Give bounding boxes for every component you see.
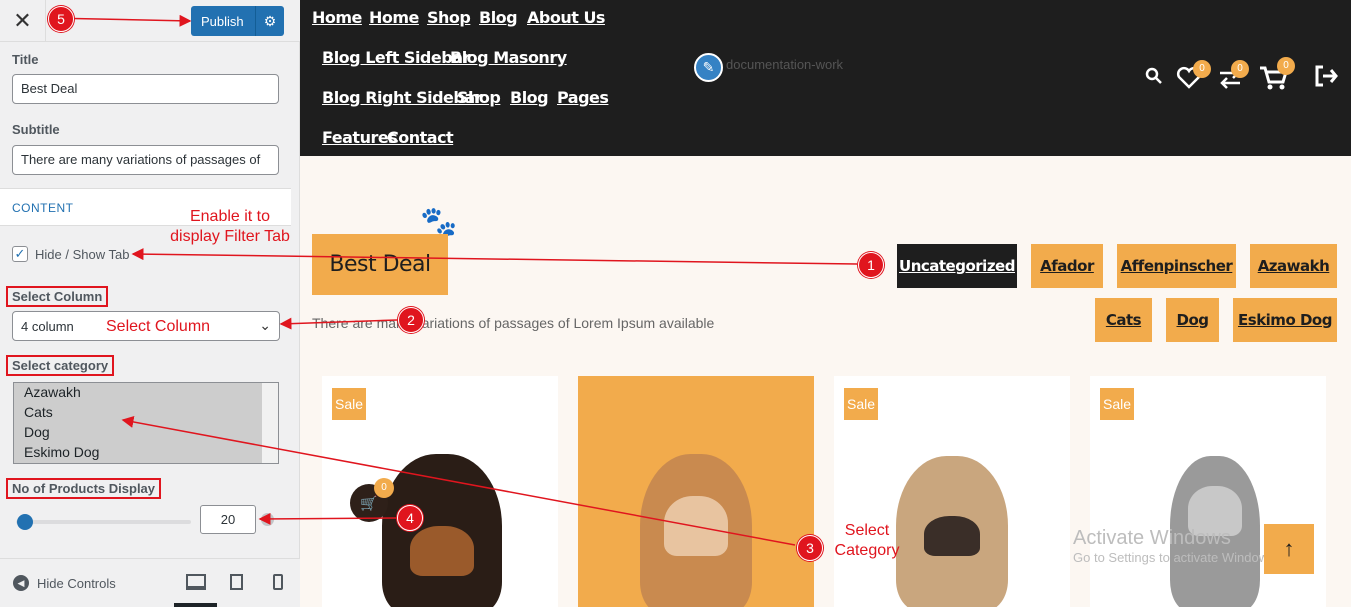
active-device-indicator — [174, 603, 217, 607]
compare-count-badge: 0 — [1231, 60, 1249, 78]
site-header: Home Home Shop Blog About Us Blog Left S… — [300, 0, 1351, 156]
nav-link[interactable]: Pages — [557, 88, 609, 107]
filter-tab-afador[interactable]: Afador — [1031, 244, 1103, 288]
section-subtitle: There are many variations of passages of… — [312, 315, 715, 331]
nav-link[interactable]: Home — [312, 8, 362, 27]
wishlist-count-badge: 0 — [1193, 60, 1211, 78]
site-logo[interactable]: documentation-work — [726, 57, 843, 72]
select-category-label: Select category — [6, 355, 115, 376]
customizer-sidebar: ✕ Publish ⚙ Title Best Deal Subtitle The… — [0, 0, 300, 607]
nav-link[interactable]: Blog Left Sidebar — [322, 48, 470, 67]
select-column-value: 4 column — [21, 319, 74, 334]
search-icon[interactable] — [1145, 67, 1163, 85]
hide-show-tab-label: Hide / Show Tab — [35, 247, 130, 262]
category-option[interactable]: Azawakh — [14, 383, 262, 403]
nav-link[interactable]: About Us — [527, 8, 605, 27]
category-option[interactable]: Dog — [14, 423, 262, 443]
mobile-preview-icon[interactable] — [273, 574, 283, 590]
nav-link[interactable]: Blog — [510, 88, 549, 107]
cart-count-badge: 0 — [1277, 57, 1295, 75]
close-customizer-button[interactable]: ✕ — [0, 0, 46, 42]
nav-link[interactable]: Features — [322, 128, 398, 147]
reset-icon[interactable] — [261, 513, 274, 526]
publish-label: Publish — [201, 13, 244, 29]
product-card[interactable]: Sale — [834, 376, 1070, 607]
sale-badge: Sale — [844, 388, 878, 420]
products-number-input[interactable]: 20 — [200, 505, 256, 534]
products-slider-thumb[interactable] — [17, 514, 33, 530]
select-column-dropdown[interactable]: 4 column ⌄ — [12, 311, 280, 341]
filter-tab-dog[interactable]: Dog — [1166, 298, 1219, 342]
nav-link[interactable]: Contact — [387, 128, 454, 147]
scroll-to-top-button[interactable]: ↑ — [1264, 524, 1314, 574]
nav-link[interactable]: Shop — [457, 88, 501, 107]
hide-show-tab-checkbox[interactable]: ✓ — [12, 246, 28, 262]
category-option[interactable]: Cats — [14, 403, 262, 423]
nav-link[interactable]: Home — [369, 8, 419, 27]
arrow-up-icon: ↑ — [1283, 536, 1295, 561]
close-icon: ✕ — [13, 8, 32, 33]
filter-tab-cats[interactable]: Cats — [1095, 298, 1152, 342]
windows-activation-watermark: Activate Windows Go to Settings to activ… — [1073, 527, 1279, 565]
content-section-heading[interactable]: CONTENT — [0, 188, 291, 226]
title-input[interactable]: Best Deal — [12, 74, 279, 104]
sale-badge: Sale — [332, 388, 366, 420]
nav-link[interactable]: Blog Masonry — [450, 48, 567, 67]
site-preview: Home Home Shop Blog About Us Blog Left S… — [300, 0, 1351, 607]
filter-tab-eskimo-dog[interactable]: Eskimo Dog — [1233, 298, 1337, 342]
product-card[interactable] — [578, 376, 814, 607]
products-slider-track[interactable] — [16, 520, 191, 524]
filter-tab-affenpinscher[interactable]: Affenpinscher — [1117, 244, 1236, 288]
subtitle-input[interactable]: There are many variations of passages of — [12, 145, 279, 175]
publish-button[interactable]: Publish ⚙ — [191, 6, 284, 36]
chevron-down-icon: ⌄ — [259, 317, 271, 333]
select-column-label: Select Column — [6, 286, 109, 307]
hide-controls-label: Hide Controls — [37, 575, 116, 591]
section-title: Best Deal — [312, 234, 448, 295]
logout-icon[interactable] — [1313, 64, 1339, 88]
gear-icon[interactable]: ⚙ — [256, 13, 284, 30]
title-label: Title — [12, 52, 39, 67]
filter-tab-azawakh[interactable]: Azawakh — [1250, 244, 1337, 288]
select-category-listbox[interactable]: Azawakh Cats Dog Eskimo Dog — [13, 382, 279, 464]
product-cart-badge: 0 — [374, 478, 394, 498]
filter-tab-uncategorized[interactable]: Uncategorized — [897, 244, 1017, 288]
collapse-icon: ◀ — [13, 575, 29, 591]
nav-link[interactable]: Blog — [479, 8, 518, 27]
hide-controls-button[interactable]: ◀ Hide Controls — [13, 575, 116, 591]
category-option[interactable]: Eskimo Dog — [14, 443, 262, 463]
customizer-header: ✕ Publish ⚙ — [0, 0, 300, 42]
sale-badge: Sale — [1100, 388, 1134, 420]
pencil-icon[interactable]: ✎ — [694, 53, 723, 82]
listbox-scrollbar[interactable] — [262, 383, 278, 463]
tablet-preview-icon[interactable] — [230, 574, 243, 590]
nav-link[interactable]: Shop — [427, 8, 471, 27]
desktop-preview-icon[interactable] — [186, 574, 206, 590]
products-display-label: No of Products Display — [6, 478, 162, 499]
subtitle-label: Subtitle — [12, 122, 60, 137]
